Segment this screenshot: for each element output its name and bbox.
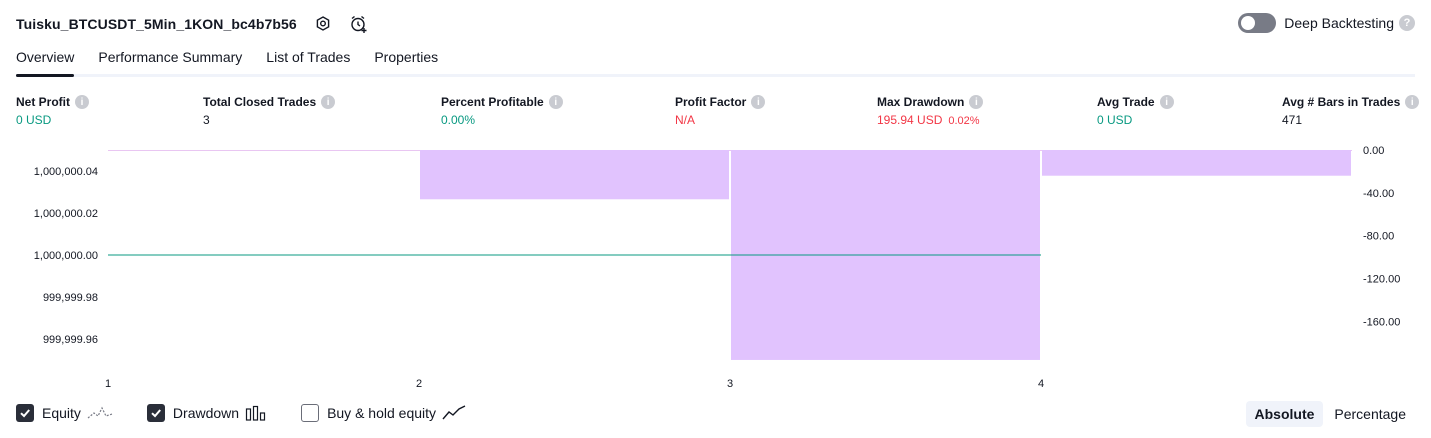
info-icon[interactable]: i <box>1405 95 1420 109</box>
right-axis-tick: -160.00 <box>1363 316 1400 328</box>
settings-icon[interactable] <box>313 14 333 34</box>
help-icon[interactable]: ? <box>1399 15 1415 31</box>
buy-hold-line-icon <box>442 405 466 421</box>
metric-value: 3 <box>203 113 210 127</box>
tab-bar: Overview Performance Summary List of Tra… <box>16 44 1415 77</box>
absolute-button[interactable]: Absolute <box>1245 401 1324 427</box>
right-axis-tick: -120.00 <box>1363 274 1400 286</box>
metric-value: N/A <box>675 113 696 127</box>
metric-label: Net Profit <box>16 95 70 109</box>
metric-label: Percent Profitable <box>441 95 544 109</box>
tab-list-of-trades[interactable]: List of Trades <box>266 44 350 74</box>
left-axis-tick: 1,000,000.02 <box>34 208 98 220</box>
tab-properties[interactable]: Properties <box>374 44 438 74</box>
metric-value: 195.94 USD <box>877 113 943 127</box>
deep-backtesting: Deep Backtesting ? <box>1238 13 1415 33</box>
x-axis-tick: 4 <box>1038 378 1044 390</box>
metric-net-profit: Net Profit i 0 USD <box>16 94 89 129</box>
metric-label: Max Drawdown <box>877 95 965 109</box>
left-axis-tick: 1,000,000.04 <box>34 166 98 178</box>
metric-total-closed-trades: Total Closed Trades i 3 <box>203 94 336 129</box>
legend-label: Buy & hold equity <box>327 405 437 421</box>
metric-value: 0.00% <box>441 113 476 127</box>
info-icon[interactable]: i <box>1159 95 1174 109</box>
metric-value: 471 <box>1282 113 1303 127</box>
drawdown-bars-icon <box>245 405 267 421</box>
strategy-header: Tuisku_BTCUSDT_5Min_1KON_bc4b7b56 <box>16 12 369 36</box>
metric-max-drawdown: Max Drawdown i 195.94 USD 0.02% <box>877 94 984 129</box>
info-icon[interactable]: i <box>75 95 89 109</box>
legend-drawdown[interactable]: Drawdown <box>146 404 267 422</box>
drawdown-bar <box>420 150 729 200</box>
metric-label: Profit Factor <box>675 95 747 109</box>
toggle-knob <box>1241 16 1256 30</box>
metric-avg-trade: Avg Trade i 0 USD <box>1097 94 1174 129</box>
strategy-title: Tuisku_BTCUSDT_5Min_1KON_bc4b7b56 <box>16 16 297 32</box>
metric-label: Total Closed Trades <box>203 95 317 109</box>
right-axis-tick: 0.00 <box>1363 145 1384 157</box>
equity-checkbox[interactable] <box>16 404 34 422</box>
info-icon[interactable]: i <box>321 95 336 109</box>
value-mode-switch: Absolute Percentage <box>1244 401 1416 427</box>
right-axis-tick: -40.00 <box>1363 188 1394 200</box>
left-axis-tick: 999,999.98 <box>43 292 98 304</box>
right-axis-tick: -80.00 <box>1363 231 1394 243</box>
x-axis-tick: 2 <box>416 378 422 390</box>
legend-buy-hold[interactable]: Buy & hold equity <box>301 404 466 422</box>
equity-drawdown-chart[interactable]: 1,000,000.04 1,000,000.02 1,000,000.00 999,… <box>0 140 1431 395</box>
metric-avg-bars: Avg # Bars in Trades i 471 <box>1282 94 1420 129</box>
x-axis-tick: 3 <box>727 378 733 390</box>
drawdown-checkbox[interactable] <box>146 404 165 422</box>
legend-equity[interactable]: Equity <box>16 404 113 422</box>
tab-overview[interactable]: Overview <box>16 44 75 77</box>
metric-label: Avg # Bars in Trades <box>1282 95 1401 109</box>
metric-label: Avg Trade <box>1097 95 1155 109</box>
metric-value: 0 USD <box>1097 113 1133 127</box>
tab-performance-summary[interactable]: Performance Summary <box>98 44 242 74</box>
metric-value: 0 USD <box>16 113 52 127</box>
info-icon[interactable]: i <box>548 95 563 109</box>
deep-backtesting-label: Deep Backtesting <box>1284 15 1394 31</box>
buy-hold-checkbox[interactable] <box>301 404 320 422</box>
legend-label: Equity <box>42 405 81 421</box>
equity-line-icon <box>87 405 113 421</box>
metric-percent-profitable: Percent Profitable i 0.00% <box>441 94 563 129</box>
x-axis-tick: 1 <box>105 378 111 390</box>
metric-profit-factor: Profit Factor i N/A <box>675 94 766 129</box>
left-axis-tick: 999,999.96 <box>43 334 98 346</box>
drawdown-bar <box>1042 150 1351 176</box>
add-alert-icon[interactable] <box>349 14 369 34</box>
info-icon[interactable]: i <box>751 95 766 109</box>
deep-backtesting-toggle[interactable] <box>1238 13 1277 33</box>
info-icon[interactable]: i <box>969 95 984 109</box>
left-axis-tick: 1,000,000.00 <box>34 250 98 262</box>
chart-legend: Equity Drawdown Buy & hold equity <box>16 404 500 422</box>
legend-label: Drawdown <box>172 405 240 421</box>
metric-percent: 0.02% <box>948 115 980 127</box>
percentage-button[interactable]: Percentage <box>1325 401 1415 427</box>
